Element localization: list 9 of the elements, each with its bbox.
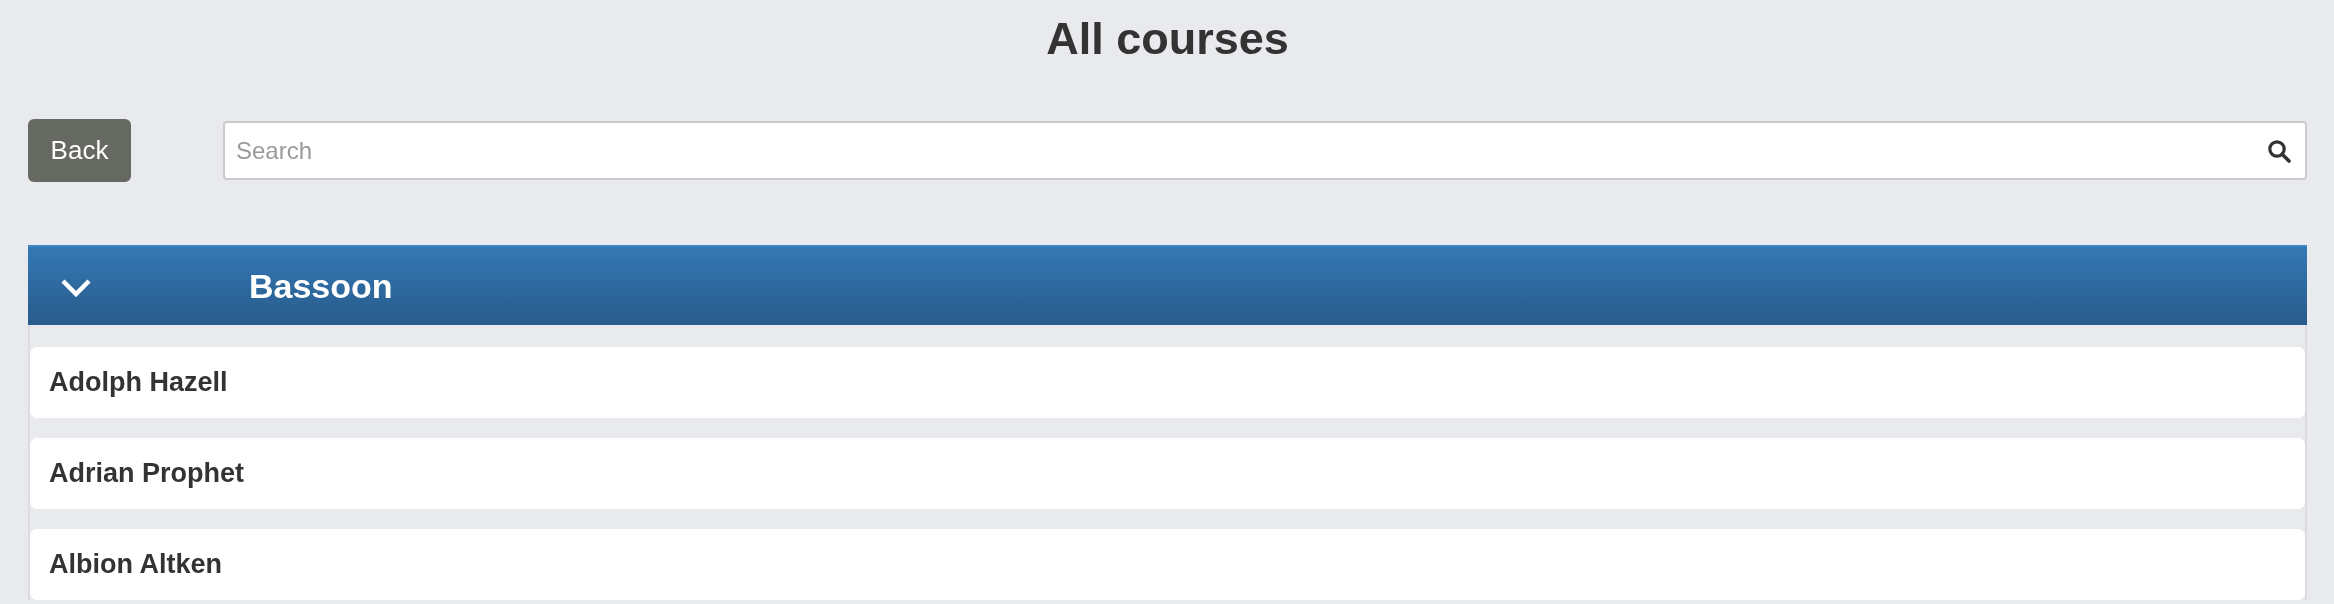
group-title: Bassoon bbox=[249, 266, 393, 306]
search-field[interactable]: Search bbox=[223, 121, 2307, 180]
search-icon bbox=[2267, 139, 2291, 163]
list-item[interactable]: Adrian Prophet bbox=[30, 438, 2305, 509]
page-title: All courses bbox=[1046, 13, 1289, 65]
back-button[interactable]: Back bbox=[28, 119, 131, 182]
list-item[interactable]: Adolph Hazell bbox=[30, 347, 2305, 418]
list-item[interactable]: Albion Altken bbox=[30, 529, 2305, 600]
group-header[interactable]: Bassoon bbox=[28, 245, 2307, 325]
